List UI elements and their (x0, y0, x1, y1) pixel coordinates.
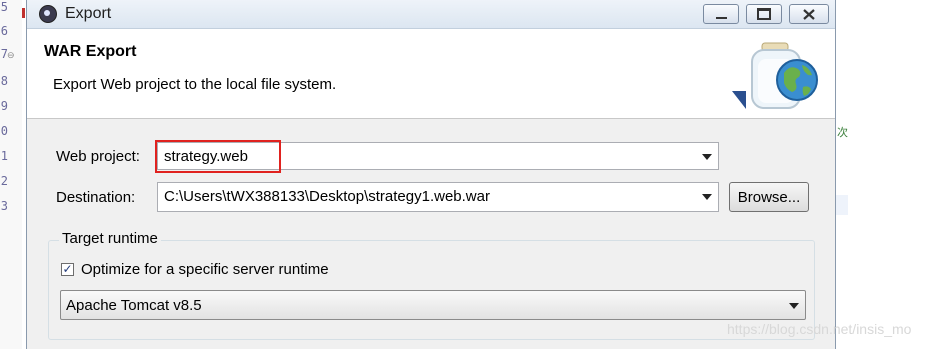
line-number: 8 (0, 74, 8, 88)
web-project-label: Web project: (56, 148, 140, 165)
destination-label: Destination: (56, 189, 136, 206)
fold-minus-icon[interactable]: ⊖ (7, 50, 15, 61)
export-dialog: Export WAR Export Export Web project to … (26, 0, 836, 349)
maximize-button[interactable] (746, 4, 782, 24)
minimize-icon (715, 15, 727, 19)
target-runtime-title: Target runtime (59, 230, 161, 247)
line-number: 5 (0, 0, 8, 14)
window-title: Export (65, 5, 112, 22)
line-number: 3 (0, 199, 8, 213)
server-runtime-value: Apache Tomcat v8.5 (66, 297, 202, 314)
line-number: 2 (0, 174, 8, 188)
server-runtime-select[interactable]: Apache Tomcat v8.5 (60, 290, 806, 320)
maximize-icon (757, 8, 771, 20)
editor-line-gutter: 5 6 7 ⊖ 8 9 0 1 2 3 (0, 0, 22, 349)
war-jar-globe-icon (732, 42, 818, 109)
close-button[interactable] (789, 4, 829, 24)
wizard-header: WAR Export Export Web project to the loc… (27, 29, 835, 119)
line-number: 6 (0, 24, 8, 38)
line-number: 0 (0, 124, 8, 138)
chevron-down-icon[interactable] (702, 154, 712, 160)
browse-button[interactable]: Browse... (729, 182, 809, 212)
close-icon (803, 8, 815, 20)
destination-combo[interactable]: C:\Users\tWX388133\Desktop\strategy1.web… (157, 182, 719, 212)
optimize-checkbox-label[interactable]: Optimize for a specific server runtime (81, 261, 329, 278)
minimize-button[interactable] (703, 4, 739, 24)
watermark-text: https://blog.csdn.net/insis_mo (727, 321, 912, 337)
chevron-down-icon[interactable] (789, 303, 799, 309)
line-number: 1 (0, 149, 8, 163)
line-number: 9 (0, 99, 8, 113)
wizard-title: WAR Export (44, 43, 137, 60)
title-bar[interactable]: Export (27, 0, 835, 29)
destination-value: C:\Users\tWX388133\Desktop\strategy1.web… (164, 188, 490, 205)
wizard-description: Export Web project to the local file sys… (53, 76, 337, 93)
editor-current-line (836, 195, 848, 215)
eclipse-icon (39, 5, 57, 23)
error-marker (22, 8, 25, 18)
chevron-down-icon[interactable] (702, 194, 712, 200)
editor-text-fragment: 次 (837, 127, 848, 139)
optimize-checkbox[interactable]: ✓ (61, 263, 74, 276)
annotation-highlight-box (155, 140, 281, 173)
